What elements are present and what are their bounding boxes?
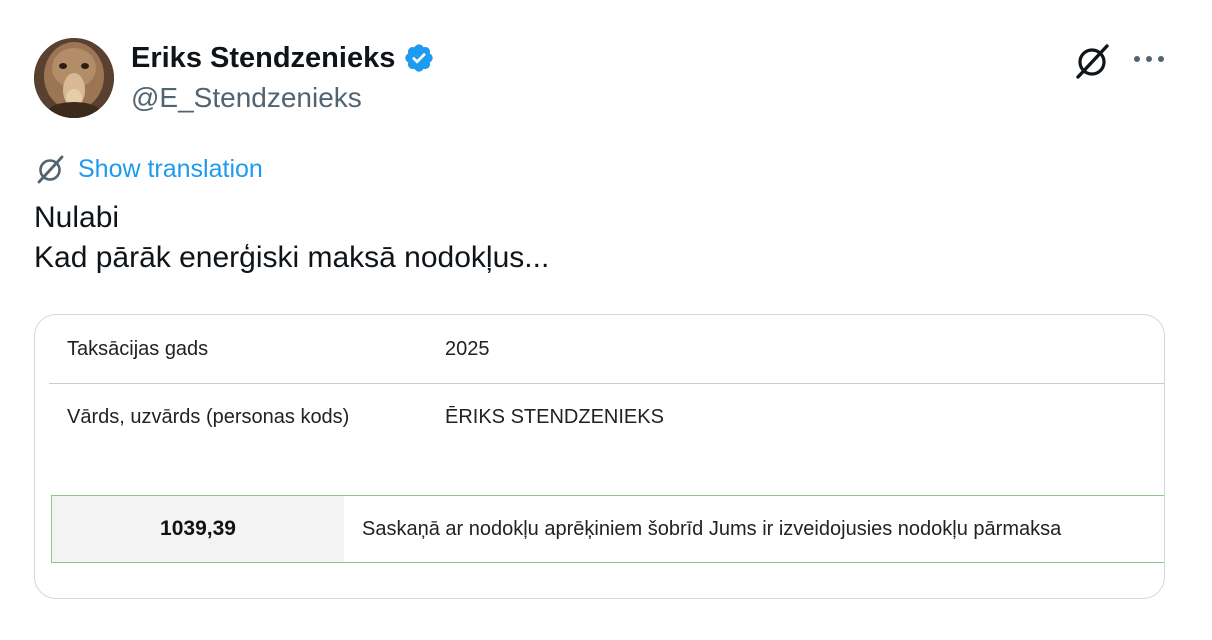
- avatar-image: [34, 38, 114, 118]
- show-translation-label[interactable]: Show translation: [78, 152, 263, 186]
- grok-button[interactable]: [1072, 40, 1114, 82]
- tweet-view: Eriks Stendzenieks @E_Stendzenieks Show …: [0, 0, 1212, 640]
- more-icon: [1134, 56, 1164, 62]
- doc-row-value: ĒRIKS STENDZENIEKS: [445, 406, 664, 428]
- tweet-media-image[interactable]: Taksācijas gads 2025 Vārds, uzvārds (per…: [34, 314, 1165, 599]
- tweet-text-line: Nulabi: [34, 201, 120, 234]
- grok-icon: [1076, 44, 1109, 79]
- author-handle[interactable]: @E_Stendzenieks: [131, 81, 362, 115]
- author-name[interactable]: Eriks Stendzenieks: [131, 40, 395, 76]
- tweet-text: Nulabi Kad pārāk enerģiski maksā nodokļu…: [34, 198, 549, 278]
- grok-translate-icon: [37, 155, 64, 184]
- more-options-button[interactable]: [1128, 40, 1170, 78]
- doc-row-value: 2025: [445, 338, 490, 360]
- tweet-text-line: Kad pārāk enerģiski maksā nodokļus...: [34, 241, 550, 274]
- doc-row-divider: [49, 383, 1164, 384]
- overpayment-description: Saskaņā ar nodokļu aprēķiniem šobrīd Jum…: [362, 518, 1062, 540]
- overpayment-summary: 1039,39 Saskaņā ar nodokļu aprēķiniem šo…: [51, 495, 1164, 563]
- show-translation-link[interactable]: Show translation: [34, 152, 263, 186]
- avatar[interactable]: [34, 38, 114, 118]
- overpayment-amount: 1039,39: [160, 517, 236, 540]
- author-name-row[interactable]: Eriks Stendzenieks: [131, 40, 435, 76]
- doc-row-label: Vārds, uzvārds (personas kods): [67, 406, 350, 428]
- verified-badge-icon[interactable]: [403, 42, 435, 74]
- doc-row-label: Taksācijas gads: [67, 338, 209, 360]
